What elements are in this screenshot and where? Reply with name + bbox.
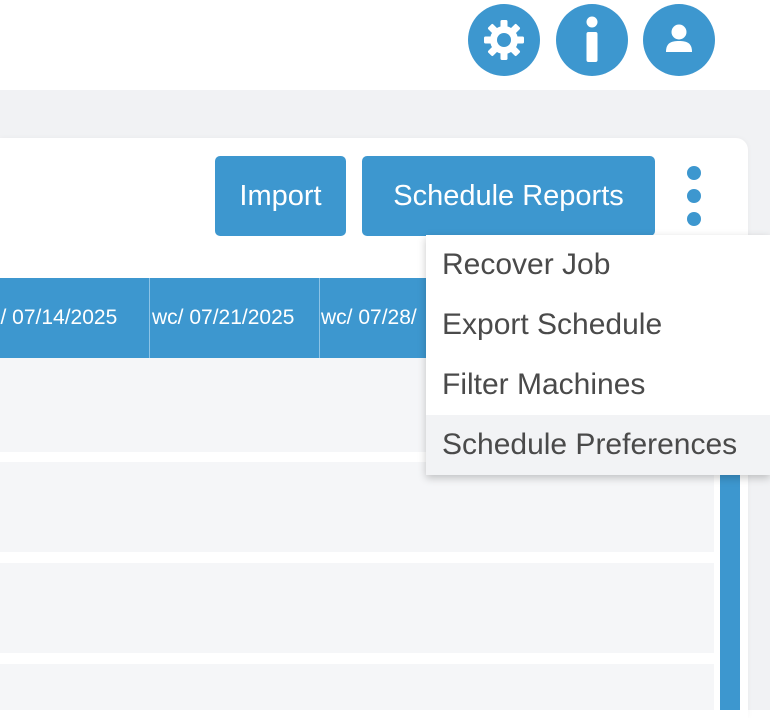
schedule-row [0, 563, 714, 653]
import-button[interactable]: Import [215, 156, 346, 236]
schedule-row [0, 664, 714, 710]
info-button[interactable] [556, 4, 628, 76]
info-icon [586, 16, 598, 62]
week-column-header[interactable]: wc/ 07/21/2025 [150, 278, 320, 358]
more-options-menu: Recover Job Export Schedule Filter Machi… [426, 235, 770, 475]
top-header [0, 0, 770, 90]
menu-item-export-schedule[interactable]: Export Schedule [426, 295, 770, 355]
settings-button[interactable] [468, 4, 540, 76]
menu-item-filter-machines[interactable]: Filter Machines [426, 355, 770, 415]
menu-item-schedule-preferences[interactable]: Schedule Preferences [426, 415, 770, 475]
kebab-dot [687, 189, 701, 203]
kebab-dot [687, 212, 701, 226]
schedule-row [0, 462, 714, 552]
menu-item-recover-job[interactable]: Recover Job [426, 235, 770, 295]
schedule-reports-button[interactable]: Schedule Reports [362, 156, 655, 236]
user-icon [666, 24, 692, 52]
vertical-scrollbar[interactable] [720, 470, 740, 710]
kebab-dot [687, 166, 701, 180]
kebab-vertical-icon[interactable] [678, 164, 710, 230]
week-column-header[interactable]: c/ 07/14/2025 [0, 278, 150, 358]
gear-icon [484, 20, 524, 60]
user-account-button[interactable] [643, 4, 715, 76]
